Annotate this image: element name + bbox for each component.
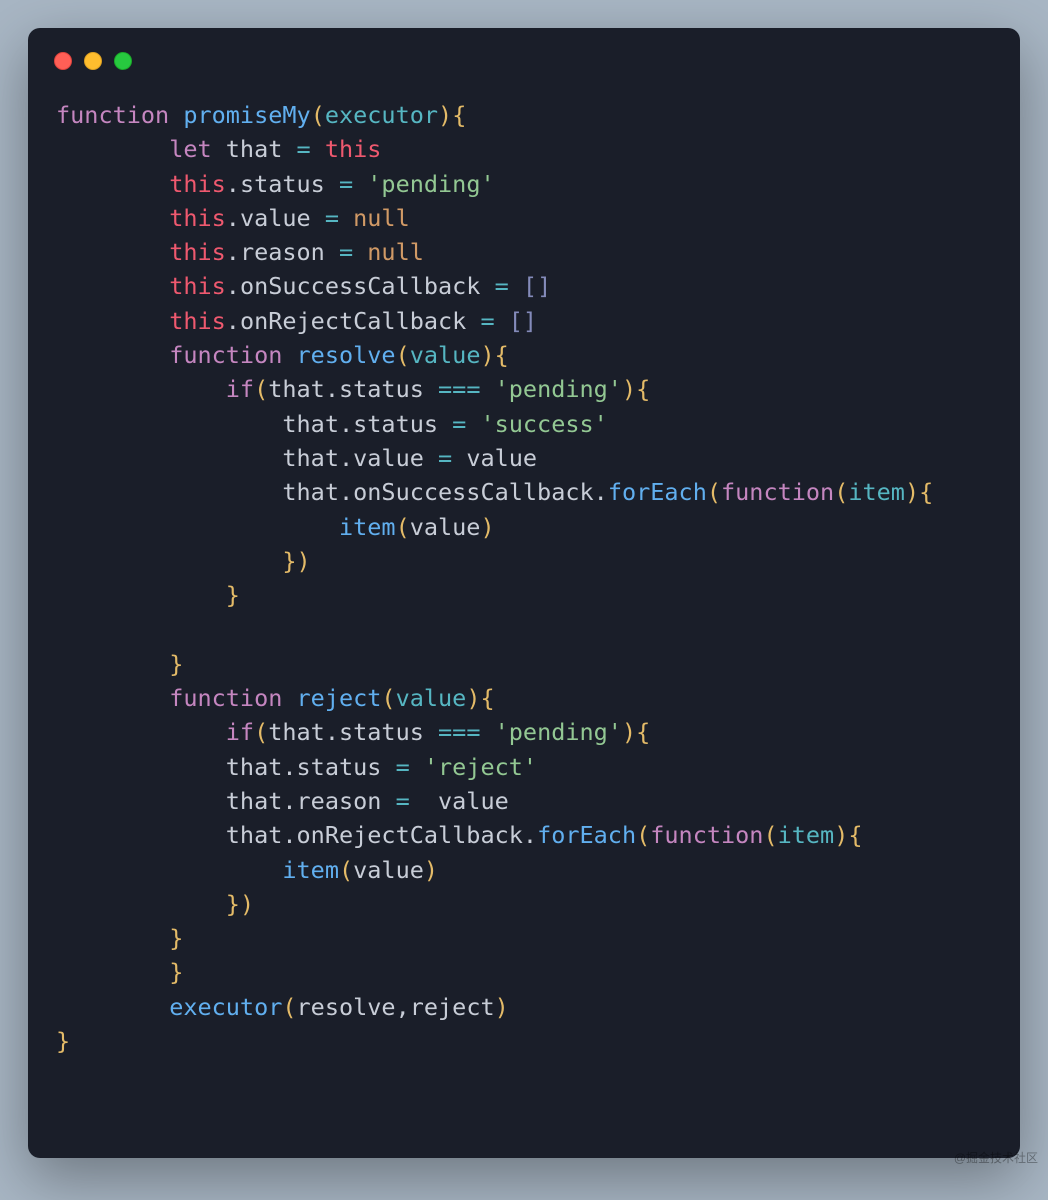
zoom-icon[interactable] (114, 52, 132, 70)
watermark-text: @掘金技术社区 (954, 1149, 1038, 1166)
titlebar (28, 28, 1020, 76)
code-window: function promiseMy(executor){ let that =… (28, 28, 1020, 1158)
code-block: function promiseMy(executor){ let that =… (28, 76, 1020, 1090)
close-icon[interactable] (54, 52, 72, 70)
minimize-icon[interactable] (84, 52, 102, 70)
